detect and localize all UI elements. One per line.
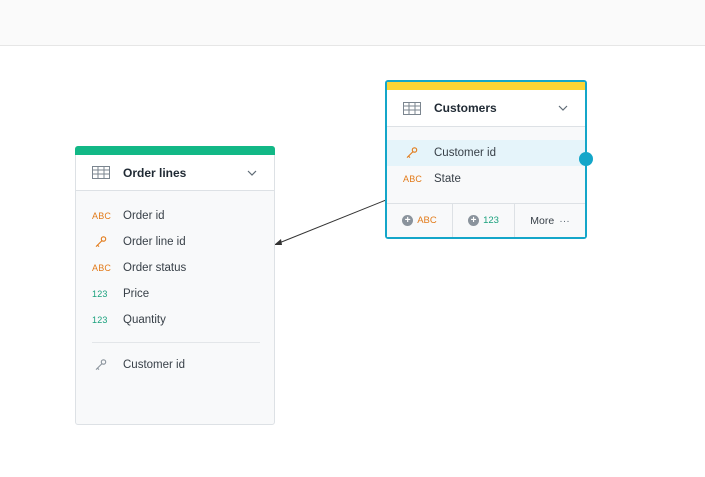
field-row[interactable]: 123 Quantity — [76, 307, 274, 333]
number-type-icon: 123 — [92, 289, 108, 299]
field-row[interactable]: ABC State — [387, 166, 585, 192]
chevron-down-icon[interactable] — [557, 102, 569, 114]
connection-handle[interactable] — [579, 152, 593, 166]
field-label: Order line id — [123, 236, 186, 248]
card-color-stripe — [387, 82, 585, 90]
field-row[interactable]: ABC Order status — [76, 255, 274, 281]
key-icon — [95, 359, 107, 370]
dataset-card-customers[interactable]: Customers Customer id ABC State + ABC + — [385, 80, 587, 239]
add-number-field-button[interactable]: + 123 — [453, 204, 515, 237]
key-icon — [95, 236, 107, 247]
card-header[interactable]: Order lines — [76, 155, 274, 191]
number-type-icon: 123 — [92, 315, 108, 325]
key-icon — [406, 147, 418, 158]
card-header[interactable]: Customers — [387, 90, 585, 127]
field-label: Customer id — [434, 147, 496, 159]
plus-icon: + — [468, 215, 480, 226]
card-footer: + ABC + 123 More ··· — [387, 203, 585, 237]
field-row[interactable]: ABC Order id — [76, 203, 274, 229]
text-type-icon: ABC — [92, 263, 112, 273]
field-row[interactable]: 123 Price — [76, 281, 274, 307]
field-label: Quantity — [123, 314, 166, 326]
table-icon — [403, 101, 421, 115]
field-row[interactable]: Order line id — [76, 229, 274, 255]
table-icon — [92, 166, 110, 179]
card-color-stripe — [75, 146, 275, 155]
reference-field-row[interactable]: Customer id — [76, 352, 274, 378]
text-type-icon: ABC — [403, 174, 423, 184]
field-divider — [92, 342, 260, 343]
field-label: Price — [123, 288, 150, 300]
field-label: Order status — [123, 262, 187, 274]
plus-icon: + — [402, 215, 414, 226]
more-dots-icon: ··· — [559, 214, 570, 227]
top-toolbar — [0, 0, 705, 46]
field-row-highlighted[interactable]: Customer id — [387, 140, 585, 166]
dataset-card-order-lines[interactable]: Order lines ABC Order id Order line id A… — [75, 146, 275, 425]
field-label: Customer id — [123, 359, 185, 371]
add-text-field-button[interactable]: + ABC — [387, 204, 453, 237]
more-button[interactable]: More ··· — [515, 204, 585, 237]
field-label: Order id — [123, 210, 165, 222]
model-canvas[interactable]: Order lines ABC Order id Order line id A… — [0, 46, 705, 477]
chevron-down-icon[interactable] — [246, 167, 258, 179]
text-type-icon: ABC — [92, 211, 112, 221]
field-label: State — [434, 173, 461, 185]
card-title: Customers — [434, 101, 497, 115]
card-title: Order lines — [123, 165, 187, 180]
